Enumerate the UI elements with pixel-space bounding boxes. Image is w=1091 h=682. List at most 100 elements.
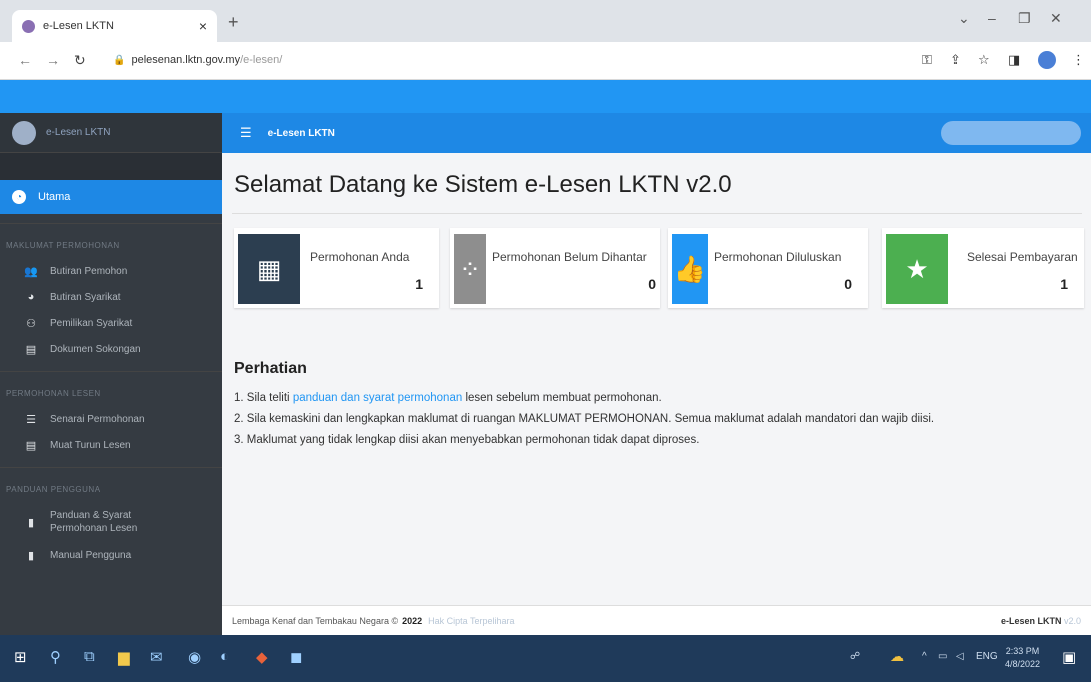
network-icon[interactable]: ▭: [938, 651, 947, 662]
footer-app: e-Lesen LKTN v2.0: [1001, 616, 1081, 626]
sidebar-item-muat-turun-lesen[interactable]: ▤ Muat Turun Lesen: [0, 432, 222, 458]
taskbar-clock[interactable]: 2:33 PM 4/8/2022: [1005, 645, 1040, 671]
download-file-icon: ▤: [25, 439, 37, 452]
sidebar-item-panduan-syarat[interactable]: ▮ Panduan & Syarat Permohonan Lesen: [0, 502, 222, 542]
volume-icon[interactable]: ◁: [956, 651, 964, 662]
task-view-icon[interactable]: ⧉: [84, 648, 95, 665]
minimize-icon[interactable]: –: [988, 10, 996, 26]
stat-card-value: 0: [648, 276, 656, 292]
key-icon[interactable]: ⚿: [922, 52, 932, 68]
brand-name: e-Lesen LKTN: [46, 127, 111, 138]
stat-card-diluluskan[interactable]: 👍 Permohonan Diluluskan 0: [668, 228, 868, 308]
windows-start-icon[interactable]: ⊞: [14, 648, 27, 666]
restore-icon[interactable]: ❐: [1018, 10, 1031, 27]
gauge-icon: ◕: [27, 291, 35, 303]
search-icon[interactable]: ⚲: [50, 648, 61, 666]
notice-item: 2. Sila kemaskini dan lengkapkan makluma…: [234, 413, 935, 425]
tab-search-icon[interactable]: ⌄: [958, 10, 970, 27]
title-divider: [232, 213, 1082, 214]
tray-chevron-icon[interactable]: ^: [922, 651, 927, 662]
sidebar-item-label: Butiran Pemohon: [50, 265, 128, 277]
notice-text: lesen sebelum membuat permohonan.: [462, 392, 662, 404]
notice-item: 1. Sila teliti panduan dan syarat permoh…: [234, 388, 934, 409]
tab-close-icon[interactable]: ×: [199, 18, 207, 34]
user-menu-button[interactable]: [941, 121, 1081, 145]
stat-card-label: Permohonan Anda: [310, 250, 410, 264]
sidebar-item-label: Pemilikan Syarikat: [50, 317, 133, 329]
hamburger-menu-icon[interactable]: ☰: [240, 125, 252, 141]
notification-icon[interactable]: ▣: [1062, 648, 1076, 666]
footer-version: v2.0: [1063, 615, 1081, 626]
stat-card-selesai-pembayaran[interactable]: ★ Selesai Pembayaran 1: [882, 228, 1084, 308]
clock-date: 4/8/2022: [1005, 659, 1041, 669]
group-icon: ⚇: [26, 317, 36, 330]
reload-icon[interactable]: ↻: [74, 52, 86, 69]
notice-list: 1. Sila teliti panduan dan syarat permoh…: [234, 388, 934, 451]
sidebar-section-panduan: PANDUAN PENGGUNA: [0, 467, 222, 502]
file-icon: ▮: [27, 516, 35, 529]
app-icon[interactable]: ◆: [256, 648, 268, 666]
windows-taskbar: ⊞ ⚲ ⧉ ▆ ✉ ◉ ◐ ◆ ◼ ☍ ☁ ^ ▭ ◁ ENG 2:33 PM …: [0, 635, 1091, 682]
browser-tab-bar: e-Lesen LKTN × + ⌄ – ❐ ✕: [0, 0, 1091, 42]
stat-card-label: Permohonan Diluluskan: [714, 250, 842, 264]
language-indicator[interactable]: ENG: [976, 651, 998, 662]
browser-menu-icon[interactable]: ⋮: [1072, 52, 1085, 68]
forward-icon[interactable]: →: [46, 52, 60, 68]
logo-icon: [12, 120, 36, 145]
clock-time: 2:33 PM: [1005, 646, 1040, 656]
address-bar: ← → ↻ 🔒 pelesenan.lktn.gov.my/e-lesen/ ⚿ …: [0, 42, 1091, 80]
weather-icon[interactable]: ☁: [890, 648, 904, 665]
sidebar-item-label: Utama: [38, 191, 71, 203]
sidebar-item-label: Butiran Syarikat: [50, 291, 121, 303]
main-content: Selamat Datang ke Sistem e-Lesen LKTN v2…: [222, 153, 1091, 605]
stat-card-value: 1: [415, 276, 423, 292]
app-icon[interactable]: ◼: [290, 648, 302, 666]
sidebar-item-label: Manual Pengguna: [50, 549, 132, 561]
sidebar-section-maklumat: MAKLUMAT PERMOHONAN: [0, 223, 222, 258]
sidebar-user-strip: [0, 153, 222, 180]
share-icon[interactable]: ⇪: [950, 52, 961, 68]
lock-icon: 🔒: [113, 55, 126, 66]
thumbs-up-icon: 👍: [672, 234, 708, 304]
file-explorer-icon[interactable]: ▆: [118, 648, 130, 666]
sidebar-brand[interactable]: e-Lesen LKTN: [0, 113, 222, 153]
sidebar-item-utama[interactable]: ◔ Utama: [0, 180, 222, 214]
chrome-icon[interactable]: ◉: [188, 648, 201, 666]
mail-icon[interactable]: ✉: [150, 648, 163, 666]
star-icon: ★: [886, 234, 948, 304]
notice-text: 1. Sila teliti: [234, 392, 293, 404]
back-icon[interactable]: ←: [18, 52, 32, 68]
sidebar-item-pemilikan-syarikat[interactable]: ⚇ Pemilikan Syarikat: [0, 310, 222, 336]
sidebar-item-butiran-pemohon[interactable]: 👥 Butiran Pemohon: [0, 258, 222, 284]
calendar-icon: ▦: [238, 234, 300, 304]
footer-app-name: e-Lesen LKTN: [1000, 615, 1062, 626]
content-header: ☰ e-Lesen LKTN: [222, 113, 1091, 153]
stat-card-value: 0: [844, 276, 852, 292]
close-window-icon[interactable]: ✕: [1050, 10, 1062, 27]
sidebar-item-manual-pengguna[interactable]: ▮ Manual Pengguna: [0, 542, 222, 568]
profile-avatar[interactable]: [1038, 51, 1056, 69]
footer-org: Lembaga Kenaf dan Tembakau Negara ©: [232, 615, 399, 626]
stat-card-belum-dihantar[interactable]: ⁘ Permohonan Belum Dihantar 0: [450, 228, 660, 308]
bookmark-star-icon[interactable]: ☆: [978, 52, 990, 68]
stat-card-permohonan-anda[interactable]: ▦ Permohonan Anda 1: [234, 228, 439, 308]
header-title: e-Lesen LKTN: [267, 127, 335, 139]
edge-icon[interactable]: ◐: [220, 648, 229, 665]
sidebar-item-dokumen-sokongan[interactable]: ▤ Dokumen Sokongan: [0, 336, 222, 362]
url-path: /e-lesen/: [240, 54, 283, 66]
side-panel-icon[interactable]: ◨: [1008, 52, 1020, 68]
document-icon: ▤: [25, 343, 37, 356]
sidebar-item-label: Panduan & Syarat Permohonan Lesen: [50, 510, 138, 534]
people-icon[interactable]: ☍: [850, 651, 860, 662]
app-top-strip: [0, 80, 1091, 113]
sidebar-item-senarai-permohonan[interactable]: ☰ Senarai Permohonan: [0, 406, 222, 432]
page-title: Selamat Datang ke Sistem e-Lesen LKTN v2…: [234, 171, 732, 198]
browser-tab[interactable]: e-Lesen LKTN ×: [12, 10, 217, 42]
sidebar-item-label: Dokumen Sokongan: [50, 343, 141, 355]
new-tab-button[interactable]: +: [228, 12, 239, 33]
url-field[interactable]: 🔒 pelesenan.lktn.gov.my/e-lesen/: [113, 54, 282, 66]
guide-link[interactable]: panduan dan syarat permohonan: [293, 392, 462, 404]
stat-card-label: Selesai Pembayaran: [967, 250, 1078, 264]
sidebar-item-butiran-syarikat[interactable]: ◕ Butiran Syarikat: [0, 284, 222, 310]
spinner-icon: ⁘: [454, 234, 486, 304]
